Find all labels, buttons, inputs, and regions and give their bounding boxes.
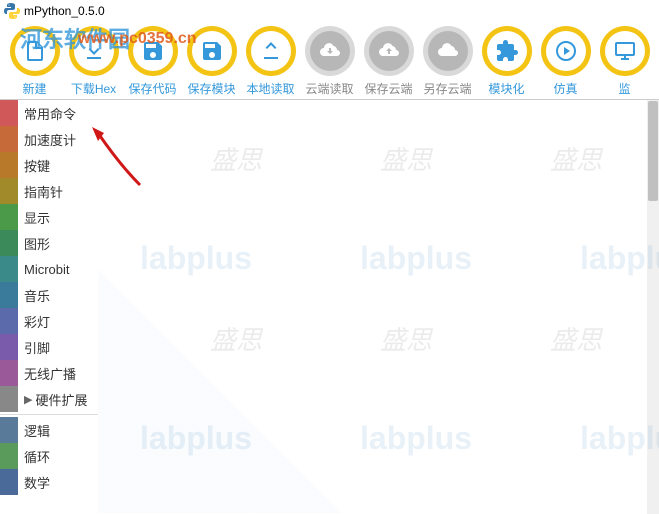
category-item-13[interactable]: 循环 xyxy=(0,443,98,469)
category-item-7[interactable]: 音乐 xyxy=(0,282,98,308)
cloud-down-icon xyxy=(305,26,355,76)
category-item-14[interactable]: 数学 xyxy=(0,469,98,495)
category-color-swatch xyxy=(0,469,18,495)
category-color-swatch xyxy=(0,360,18,386)
toolbar-play-button[interactable]: 仿真 xyxy=(537,26,594,97)
category-color-swatch xyxy=(0,126,18,152)
category-label: 无线广播 xyxy=(24,364,76,383)
toolbar-label: 另存云端 xyxy=(423,80,471,97)
toolbar-label: 监 xyxy=(618,80,630,97)
toolbar-upload-button[interactable]: 本地读取 xyxy=(242,26,299,97)
category-item-8[interactable]: 彩灯 xyxy=(0,308,98,334)
category-item-6[interactable]: Microbit xyxy=(0,256,98,282)
toolbar-cloud-down-button[interactable]: 云端读取 xyxy=(301,26,358,97)
toolbar-label: 云端读取 xyxy=(305,80,353,97)
category-color-swatch xyxy=(0,282,18,308)
toolbar-monitor-button[interactable]: 监 xyxy=(596,26,653,97)
toolbar-label: 保存代码 xyxy=(128,80,176,97)
category-label: 彩灯 xyxy=(24,312,50,331)
category-label: 音乐 xyxy=(24,286,50,305)
window-title: mPython_0.5.0 xyxy=(24,4,105,18)
toolbar-label: 保存云端 xyxy=(364,80,412,97)
category-label: 加速度计 xyxy=(24,130,76,149)
category-item-9[interactable]: 引脚 xyxy=(0,334,98,360)
category-label: 按键 xyxy=(24,156,50,175)
category-color-swatch xyxy=(0,443,18,469)
category-separator xyxy=(0,414,98,415)
category-item-5[interactable]: 图形 xyxy=(0,230,98,256)
category-color-swatch xyxy=(0,334,18,360)
watermark-url: www.pc0359.cn xyxy=(78,30,197,48)
category-item-0[interactable]: 常用命令 xyxy=(0,100,98,126)
toolbar-label: 模块化 xyxy=(488,80,524,97)
category-label: 显示 xyxy=(24,208,50,227)
category-color-swatch xyxy=(0,417,18,443)
toolbar-cloud-up-button[interactable]: 保存云端 xyxy=(360,26,417,97)
category-item-12[interactable]: 逻辑 xyxy=(0,417,98,443)
category-sidebar: 常用命令加速度计按键指南针显示图形 Microbit 音乐彩灯引脚无线广播 ▶硬件扩展… xyxy=(0,100,98,513)
category-item-10[interactable]: 无线广播 xyxy=(0,360,98,386)
category-color-swatch xyxy=(0,256,18,282)
category-item-1[interactable]: 加速度计 xyxy=(0,126,98,152)
content-area: 常用命令加速度计按键指南针显示图形 Microbit 音乐彩灯引脚无线广播 ▶硬件扩展… xyxy=(0,99,659,513)
category-item-3[interactable]: 指南针 xyxy=(0,178,98,204)
category-label: 图形 xyxy=(24,234,50,253)
puzzle-icon xyxy=(482,26,532,76)
cloud-save-icon xyxy=(423,26,473,76)
scrollbar-thumb[interactable] xyxy=(648,101,658,201)
toolbar-label: 保存模块 xyxy=(187,80,235,97)
category-item-4[interactable]: 显示 xyxy=(0,204,98,230)
monitor-icon xyxy=(600,26,650,76)
category-label: 数学 xyxy=(24,473,50,492)
workspace[interactable] xyxy=(98,100,659,513)
cloud-up-icon xyxy=(364,26,414,76)
play-icon xyxy=(541,26,591,76)
category-color-swatch xyxy=(0,308,18,334)
toolbar-label: 下载Hex xyxy=(71,80,116,97)
category-color-swatch xyxy=(0,204,18,230)
category-label: 常用命令 xyxy=(24,104,76,123)
toolbar-label: 本地读取 xyxy=(246,80,294,97)
category-color-swatch xyxy=(0,178,18,204)
category-label: 逻辑 xyxy=(24,421,50,440)
category-label: 循环 xyxy=(24,447,50,466)
toolbar-puzzle-button[interactable]: 模块化 xyxy=(478,26,535,97)
app-icon xyxy=(4,3,20,19)
category-label: 指南针 xyxy=(24,182,63,201)
toolbar-cloud-save-button[interactable]: 另存云端 xyxy=(419,26,476,97)
category-label: 引脚 xyxy=(24,338,50,357)
titlebar: mPython_0.5.0 xyxy=(0,0,659,22)
vertical-scrollbar[interactable] xyxy=(647,100,659,514)
toolbar-label: 仿真 xyxy=(553,80,577,97)
category-color-swatch xyxy=(0,386,18,412)
category-label: 硬件扩展 xyxy=(35,390,87,409)
category-color-swatch xyxy=(0,152,18,178)
expand-icon: ▶ xyxy=(24,393,32,406)
category-color-swatch xyxy=(0,230,18,256)
category-label: Microbit xyxy=(24,262,70,277)
category-color-swatch xyxy=(0,100,18,126)
category-item-2[interactable]: 按键 xyxy=(0,152,98,178)
upload-icon xyxy=(246,26,296,76)
toolbar-label: 新建 xyxy=(22,80,46,97)
category-item-11[interactable]: ▶硬件扩展 xyxy=(0,386,98,412)
